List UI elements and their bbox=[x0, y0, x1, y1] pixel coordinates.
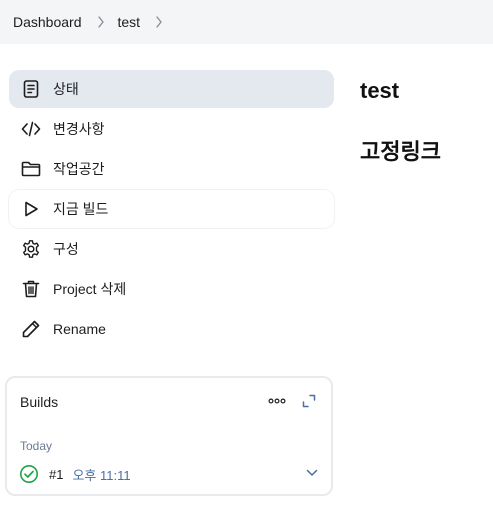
sidebar-item-configure[interactable]: 구성 bbox=[9, 230, 334, 268]
sidebar: 상태 변경사항 작업공간 지금 빌드 구성 Project 삭제 Rename bbox=[9, 70, 334, 350]
more-options-icon[interactable] bbox=[267, 392, 287, 410]
chevron-down-icon[interactable] bbox=[305, 466, 319, 480]
chevron-right-icon[interactable] bbox=[90, 15, 112, 29]
builds-group-label: Today bbox=[20, 439, 53, 453]
sidebar-item-rename[interactable]: Rename bbox=[9, 310, 334, 348]
sidebar-item-label: 변경사항 bbox=[53, 121, 105, 137]
build-time[interactable]: 오후 11:11 bbox=[72, 465, 130, 484]
builds-title: Builds bbox=[20, 394, 59, 410]
pencil-icon bbox=[21, 319, 41, 339]
success-check-icon bbox=[19, 464, 39, 484]
breadcrumb-test[interactable]: test bbox=[118, 14, 141, 30]
sidebar-item-label: Rename bbox=[53, 321, 106, 337]
sidebar-item-label: 작업공간 bbox=[53, 161, 105, 177]
trash-icon bbox=[21, 279, 41, 299]
page-title: test bbox=[360, 78, 400, 103]
sidebar-item-build-now[interactable]: 지금 빌드 bbox=[9, 190, 334, 228]
sidebar-item-label: 지금 빌드 bbox=[53, 201, 109, 217]
sidebar-item-label: 상태 bbox=[53, 81, 79, 97]
expand-icon[interactable] bbox=[300, 392, 318, 410]
gear-icon bbox=[21, 239, 41, 259]
sidebar-item-delete-project[interactable]: Project 삭제 bbox=[9, 270, 334, 308]
folder-icon bbox=[21, 159, 41, 179]
permalinks-heading: 고정링크 bbox=[360, 139, 441, 164]
document-icon bbox=[21, 79, 41, 99]
breadcrumb-dashboard[interactable]: Dashboard bbox=[13, 14, 82, 30]
sidebar-item-workspace[interactable]: 작업공간 bbox=[9, 150, 334, 188]
code-icon bbox=[21, 119, 41, 139]
sidebar-item-label: Project 삭제 bbox=[53, 281, 127, 297]
builds-panel: Builds Today #1 오후 11:11 bbox=[5, 376, 333, 496]
sidebar-item-changes[interactable]: 변경사항 bbox=[9, 110, 334, 148]
build-number[interactable]: #1 bbox=[49, 467, 63, 482]
play-icon bbox=[21, 199, 41, 219]
build-entry[interactable]: #1 오후 11:11 bbox=[19, 463, 319, 485]
chevron-right-icon[interactable] bbox=[148, 15, 170, 29]
sidebar-item-label: 구성 bbox=[53, 241, 79, 257]
sidebar-item-status[interactable]: 상태 bbox=[9, 70, 334, 108]
breadcrumb: Dashboard test bbox=[0, 0, 493, 44]
